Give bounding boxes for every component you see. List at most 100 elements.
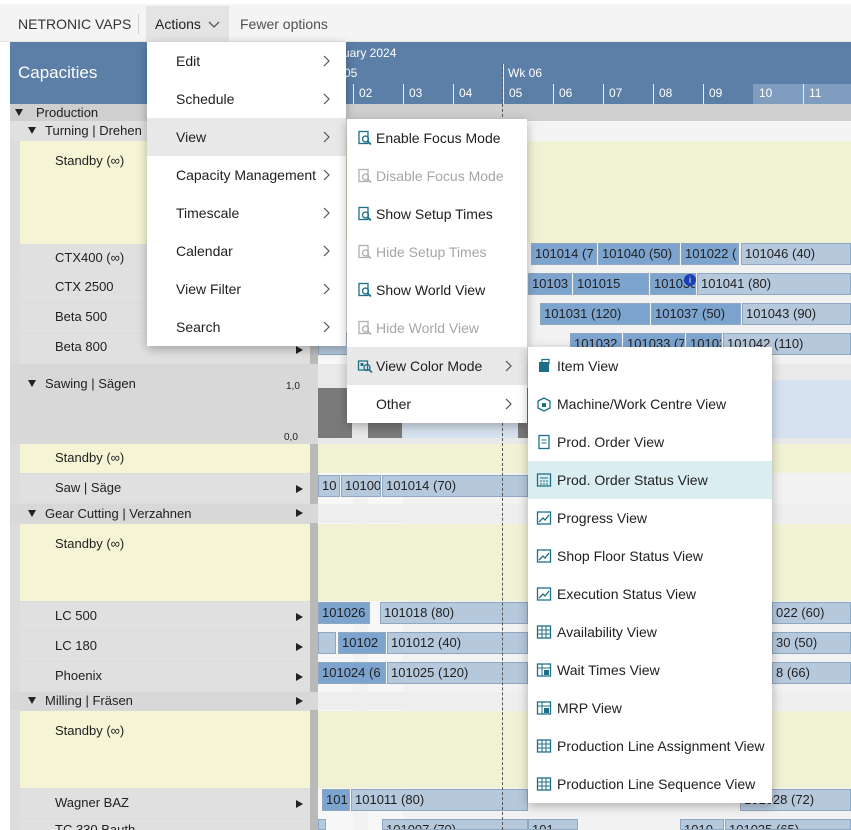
info-icon[interactable]: i [684, 274, 696, 286]
resource-row-lc500[interactable]: LC 500 [20, 602, 310, 631]
chevron-right-icon [323, 169, 330, 181]
focus-mode-icon [358, 130, 372, 146]
expand-icon[interactable] [296, 485, 303, 493]
menu-item-show-world-view[interactable]: Show World View [347, 271, 527, 309]
menu-item-edit[interactable]: Edit [147, 42, 346, 80]
item-view-icon [539, 358, 550, 372]
row-label: Standby (∞) [55, 450, 125, 465]
expand-icon[interactable] [296, 643, 303, 651]
gantt-bar[interactable]: 10100 [341, 475, 381, 497]
gantt-bar[interactable]: 101007 (70) [382, 819, 528, 830]
row-label: Standby (∞) [55, 723, 125, 738]
resource-row-wagner[interactable]: Wagner BAZ [20, 789, 310, 818]
gantt-bar[interactable]: 101 [322, 789, 350, 811]
menu-item-machine-work-centre-view[interactable]: Machine/Work Centre View [528, 385, 772, 423]
menu-item-capacity-management[interactable]: Capacity Management [147, 156, 346, 194]
menu-item-hide-world-view: Hide World View [347, 309, 527, 347]
gantt-bar[interactable]: 10103 [528, 273, 572, 295]
menu-item-shop-floor-status-view[interactable]: Shop Floor Status View [528, 537, 772, 575]
menu-item-mrp-view[interactable]: MRP View [528, 689, 772, 727]
gantt-bar[interactable]: 101 [528, 819, 578, 830]
collapse-icon[interactable] [15, 109, 23, 116]
gantt-bar[interactable]: 101012 (40) [387, 632, 528, 654]
resource-row-lc180[interactable]: LC 180 [20, 632, 310, 661]
gantt-bar[interactable]: 101014 (7 [531, 243, 597, 265]
menu-item-hide-setup-times: Hide Setup Times [347, 233, 527, 271]
color-mode-submenu: Item View Machine/Work Centre View Prod.… [528, 347, 772, 803]
menu-item-calendar[interactable]: Calendar [147, 232, 346, 270]
chevron-right-icon [323, 321, 330, 333]
gantt-bar[interactable]: 101037 (50) [651, 303, 741, 325]
gantt-bar[interactable]: 30 (50) [772, 632, 851, 654]
menu-item-availability-view[interactable]: Availability View [528, 613, 772, 651]
menu-item-disable-focus-mode: Disable Focus Mode [347, 157, 527, 195]
menu-item-enable-focus-mode[interactable]: Enable Focus Mode [347, 119, 527, 157]
collapse-icon[interactable] [28, 697, 36, 704]
menu-item-show-setup-times[interactable]: Show Setup Times [347, 195, 527, 233]
collapse-icon[interactable] [28, 127, 36, 134]
menu-item-other[interactable]: Other [347, 385, 527, 423]
gantt-bar[interactable]: 101040 (50) [598, 243, 680, 265]
gantt-bar[interactable]: 101041 (80) [697, 273, 851, 295]
menu-item-view-filter[interactable]: View Filter [147, 270, 346, 308]
row-label: Beta 800 [55, 339, 108, 354]
collapse-icon[interactable] [28, 380, 36, 387]
toolbar-divider [138, 14, 139, 34]
week-label-06: Wk 06 [508, 66, 543, 80]
gantt-bar[interactable]: 101015 [573, 273, 649, 295]
gantt-bar[interactable]: 8 (66) [772, 662, 851, 684]
collapse-icon[interactable] [28, 510, 36, 517]
world-view-icon [358, 320, 372, 336]
menu-item-item-view[interactable]: Item View [528, 347, 772, 385]
expand-icon[interactable] [296, 613, 303, 621]
actions-button[interactable]: Actions [146, 6, 229, 42]
gantt-bar[interactable]: 101046 (40) [741, 243, 851, 265]
gantt-bar[interactable]: 10102 [338, 632, 386, 654]
row-label: Phoenix [55, 668, 102, 683]
gantt-bar[interactable]: 101026 [318, 602, 370, 624]
expand-icon[interactable] [296, 673, 303, 681]
menu-item-production-line-assignment-view[interactable]: Production Line Assignment View [528, 727, 772, 765]
menu-item-view-color-mode[interactable]: View Color Mode [347, 347, 527, 385]
day-label: 03 [409, 86, 423, 100]
gantt-bar[interactable]: 101043 (90) [742, 303, 851, 325]
resource-row-phoenix[interactable]: Phoenix [20, 662, 310, 691]
gantt-bar[interactable] [318, 819, 326, 830]
resource-row-saw[interactable]: Saw | Säge [20, 474, 310, 503]
menu-item-prod-order-view[interactable]: Prod. Order View [528, 423, 772, 461]
gantt-bar[interactable] [318, 632, 336, 654]
gantt-bar[interactable]: 10 [318, 475, 340, 497]
menu-item-view[interactable]: View [147, 118, 346, 156]
resource-row-tc330[interactable]: TC 330 Bauth [20, 819, 310, 830]
gantt-bar[interactable]: 101018 (80) [380, 602, 528, 624]
gantt-bar[interactable]: 101035 (65) [725, 819, 851, 830]
menu-item-schedule[interactable]: Schedule [147, 80, 346, 118]
gantt-bar[interactable]: 101024 (6 [318, 662, 386, 684]
day-label: 09 [709, 86, 723, 100]
menu-item-prod-order-status-view[interactable]: Prod. Order Status View [528, 461, 772, 499]
expand-icon[interactable] [296, 346, 303, 354]
gantt-bar[interactable]: 1010 [680, 819, 724, 830]
menu-item-wait-times-view[interactable]: Wait Times View [528, 651, 772, 689]
expand-icon[interactable] [296, 509, 303, 517]
menu-item-timescale[interactable]: Timescale [147, 194, 346, 232]
fewer-options-button[interactable]: Fewer options [240, 16, 328, 32]
menu-item-progress-view[interactable]: Progress View [528, 499, 772, 537]
menu-item-search[interactable]: Search [147, 308, 346, 346]
gantt-bar[interactable]: 101025 (120) [387, 662, 528, 684]
gantt-bar[interactable]: 101014 (70) [382, 475, 528, 497]
production-line-icon [536, 777, 552, 791]
row-label: CTX400 (∞) [55, 250, 125, 265]
wait-times-icon [536, 663, 552, 677]
gantt-bar[interactable]: 022 (60) [772, 602, 851, 624]
menu-item-production-line-sequence-view[interactable]: Production Line Sequence View [528, 765, 772, 803]
expand-icon[interactable] [296, 697, 303, 705]
actions-label: Actions [155, 16, 201, 32]
gantt-bar[interactable]: 101031 (120) [540, 303, 650, 325]
chevron-right-icon [505, 360, 512, 372]
gantt-bar[interactable]: 101022 ( [681, 243, 739, 265]
mrp-icon [536, 701, 552, 715]
chevron-right-icon [323, 131, 330, 143]
expand-icon[interactable] [296, 800, 303, 808]
menu-item-execution-status-view[interactable]: Execution Status View [528, 575, 772, 613]
